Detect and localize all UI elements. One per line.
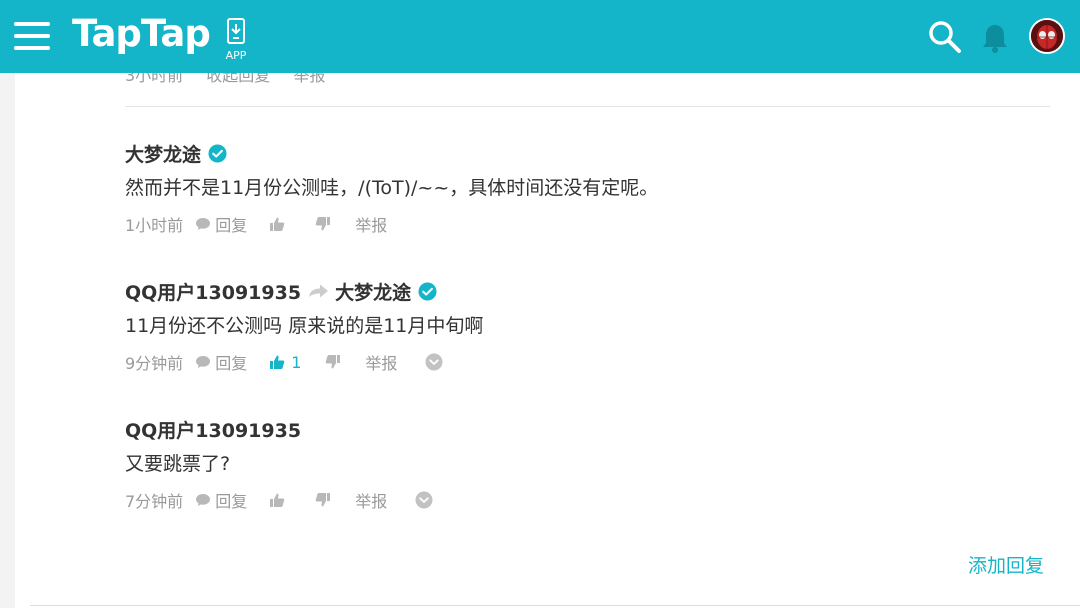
- like-button[interactable]: [269, 216, 291, 232]
- dislike-button[interactable]: [315, 216, 331, 232]
- reply-time: 1小时前: [125, 216, 184, 235]
- dislike-button[interactable]: [315, 492, 331, 508]
- reply-label: 回复: [215, 216, 248, 235]
- reply-label: 回复: [215, 492, 248, 511]
- author-name[interactable]: QQ用户13091935: [125, 416, 301, 443]
- divider: [125, 106, 1050, 107]
- hamburger-menu-icon[interactable]: [14, 22, 50, 50]
- reply-time: 7分钟前: [125, 492, 184, 511]
- reply-button[interactable]: 回复: [195, 350, 247, 374]
- thumbs-up-icon: [270, 355, 285, 369]
- report-link[interactable]: 举报: [355, 212, 387, 236]
- reply-arrow-icon: [309, 284, 329, 298]
- reply-item: 大梦龙途 然而并不是11月份公测哇，/(ToT)/~~，具体时间还没有定呢。 1…: [125, 139, 1050, 236]
- thumbs-up-icon: [270, 217, 285, 231]
- bell-icon[interactable]: [981, 22, 1009, 54]
- thumbs-down-icon: [315, 493, 331, 507]
- chevron-down-circle-icon[interactable]: [415, 491, 433, 509]
- reply-text: 然而并不是11月份公测哇，/(ToT)/~~，具体时间还没有定呢。: [125, 177, 659, 199]
- dislike-button[interactable]: [325, 354, 341, 370]
- chevron-down-circle-icon[interactable]: [425, 353, 443, 371]
- verified-check-icon: [418, 281, 437, 301]
- speech-bubble-icon: [196, 218, 211, 230]
- reply-item: QQ用户13091935 又要跳票了? 7分钟前 回复 举报: [125, 415, 1050, 511]
- divider: [30, 605, 1080, 606]
- thumbs-up-icon: [270, 493, 285, 507]
- user-avatar[interactable]: [1029, 18, 1065, 54]
- verified-check-icon: [208, 143, 227, 163]
- thumbs-down-icon: [326, 355, 341, 369]
- speech-bubble-icon: [196, 356, 211, 368]
- taptap-logo[interactable]: TapTap: [72, 12, 211, 55]
- like-button[interactable]: 1: [269, 353, 301, 372]
- like-button[interactable]: [269, 492, 291, 508]
- reply-text: 又要跳票了?: [125, 453, 231, 475]
- like-count: 1: [291, 352, 302, 372]
- app-label: APP: [225, 49, 247, 62]
- reply-item: QQ用户13091935 大梦龙途 11月份还不公测吗 原来说的是11月中旬啊 …: [125, 277, 1050, 374]
- reply-to-name[interactable]: 大梦龙途: [335, 278, 411, 305]
- reply-label: 回复: [215, 354, 248, 373]
- report-link[interactable]: 举报: [355, 488, 387, 512]
- top-navigation-bar: TapTap APP: [0, 0, 1080, 73]
- author-name[interactable]: 大梦龙途: [125, 140, 201, 167]
- reply-button[interactable]: 回复: [195, 488, 247, 512]
- app-download-button[interactable]: APP: [222, 18, 250, 62]
- phone-download-icon: [227, 18, 245, 44]
- thumbs-down-icon: [315, 217, 331, 231]
- reply-time: 9分钟前: [125, 354, 184, 373]
- reply-text: 11月份还不公测吗 原来说的是11月中旬啊: [125, 315, 484, 337]
- add-reply-link[interactable]: 添加回复: [968, 551, 1044, 578]
- author-name[interactable]: QQ用户13091935: [125, 278, 301, 305]
- speech-bubble-icon: [196, 494, 211, 506]
- reply-button[interactable]: 回复: [195, 212, 247, 236]
- report-link[interactable]: 举报: [365, 350, 397, 374]
- search-icon[interactable]: [927, 19, 963, 55]
